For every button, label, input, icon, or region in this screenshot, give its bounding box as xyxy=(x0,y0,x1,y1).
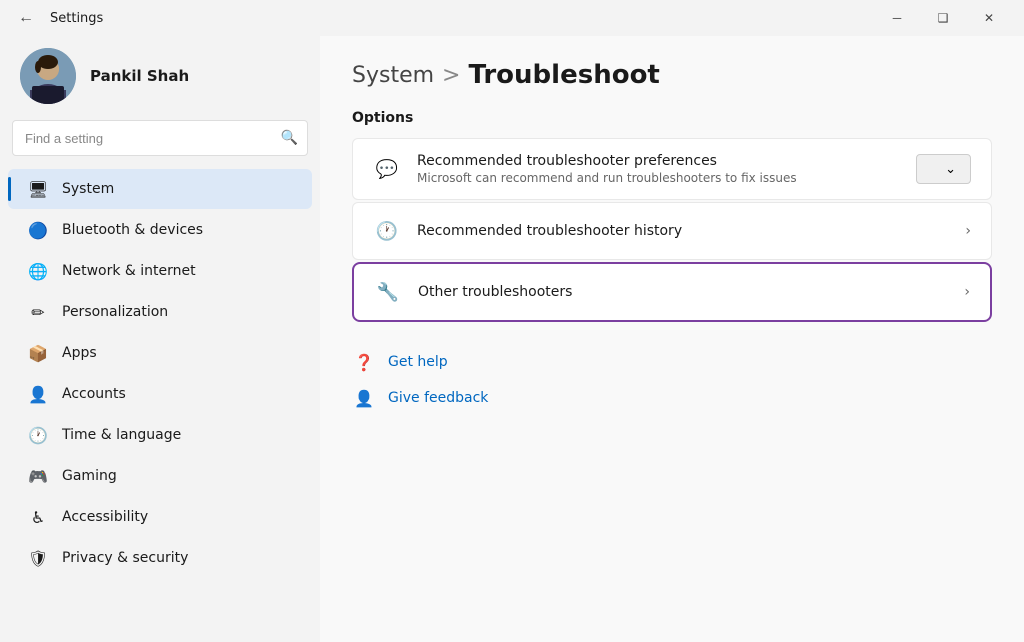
titlebar: ← Settings ─ ❑ ✕ xyxy=(0,0,1024,36)
nav-item-wrap-accessibility: ♿ Accessibility xyxy=(0,497,320,537)
avatar xyxy=(20,48,76,104)
sidebar-item-privacy[interactable]: 🛡 Privacy & security xyxy=(8,538,312,578)
option-title-recommended-history: Recommended troubleshooter history xyxy=(417,223,682,239)
app-title: Settings xyxy=(50,11,103,26)
breadcrumb-parent[interactable]: System xyxy=(352,63,434,88)
search-icon: 🔍 xyxy=(281,130,298,146)
section-title: Options xyxy=(352,110,992,126)
sidebar-item-label-system: System xyxy=(62,181,114,197)
nav-list: 🖥 System 🔵 Bluetooth & devices 🌐 Network & in… xyxy=(0,168,320,579)
options-list: 💬 Recommended troubleshooter preferences M… xyxy=(352,138,992,322)
action-link-give-feedback[interactable]: 👤 Give feedback xyxy=(352,386,992,410)
sidebar-item-label-network: Network & internet xyxy=(62,263,196,279)
chevron-right-icon-other-troubleshooters: › xyxy=(964,284,970,300)
sidebar-item-time[interactable]: 🕐 Time & language xyxy=(8,415,312,455)
sidebar-item-accounts[interactable]: 👤 Accounts xyxy=(8,374,312,414)
action-link-label-get-help: Get help xyxy=(388,354,448,370)
user-profile[interactable]: Pankil Shah xyxy=(0,36,320,120)
sidebar-item-label-time: Time & language xyxy=(62,427,181,443)
breadcrumb-current: Troubleshoot xyxy=(468,60,659,90)
search-container: 🔍 xyxy=(12,120,308,156)
accessibility-icon: ♿ xyxy=(28,507,48,527)
option-card-left: 🕐 Recommended troubleshooter history xyxy=(373,217,682,245)
window-controls: ─ ❑ ✕ xyxy=(874,0,1012,36)
titlebar-left: ← Settings xyxy=(12,5,103,31)
main-layout: Pankil Shah 🔍 🖥 System 🔵 Bluetooth & device… xyxy=(0,36,1024,642)
option-card-recommended-history[interactable]: 🕐 Recommended troubleshooter history › xyxy=(352,202,992,260)
option-text-wrap: Recommended troubleshooter history xyxy=(417,223,682,239)
gaming-icon: 🎮 xyxy=(28,466,48,486)
sidebar-item-accessibility[interactable]: ♿ Accessibility xyxy=(8,497,312,537)
apps-icon: 📦 xyxy=(28,343,48,363)
sidebar-item-label-personalization: Personalization xyxy=(62,304,168,320)
sidebar-item-system[interactable]: 🖥 System xyxy=(8,169,312,209)
nav-item-wrap-accounts: 👤 Accounts xyxy=(0,374,320,414)
nav-item-wrap-time: 🕐 Time & language xyxy=(0,415,320,455)
option-title-other-troubleshooters: Other troubleshooters xyxy=(418,284,572,300)
sidebar-item-label-gaming: Gaming xyxy=(62,468,117,484)
nav-item-wrap-apps: 📦 Apps xyxy=(0,333,320,373)
content-area: System > Troubleshoot Options 💬 Recommend… xyxy=(320,36,1024,642)
breadcrumb-separator: > xyxy=(442,63,460,88)
action-link-icon-get-help: ❓ xyxy=(352,350,376,374)
action-link-label-give-feedback: Give feedback xyxy=(388,390,488,406)
minimize-button[interactable]: ─ xyxy=(874,0,920,36)
maximize-button[interactable]: ❑ xyxy=(920,0,966,36)
option-card-left: 💬 Recommended troubleshooter preferences M… xyxy=(373,153,797,185)
nav-item-wrap-gaming: 🎮 Gaming xyxy=(0,456,320,496)
privacy-icon: 🛡 xyxy=(28,548,48,568)
back-button[interactable]: ← xyxy=(12,5,40,31)
sidebar-item-network[interactable]: 🌐 Network & internet xyxy=(8,251,312,291)
sidebar-item-apps[interactable]: 📦 Apps xyxy=(8,333,312,373)
system-icon: 🖥 xyxy=(28,179,48,199)
sidebar-item-label-accounts: Accounts xyxy=(62,386,126,402)
time-icon: 🕐 xyxy=(28,425,48,445)
action-link-icon-give-feedback: 👤 xyxy=(352,386,376,410)
active-indicator xyxy=(8,177,11,201)
close-button[interactable]: ✕ xyxy=(966,0,1012,36)
option-icon-other-troubleshooters: 🔧 xyxy=(374,278,402,306)
sidebar-item-label-apps: Apps xyxy=(62,345,97,361)
nav-item-wrap-network: 🌐 Network & internet xyxy=(0,251,320,291)
option-right: ⌄ xyxy=(916,154,971,184)
action-link-get-help[interactable]: ❓ Get help xyxy=(352,350,992,374)
nav-item-wrap-privacy: 🛡 Privacy & security xyxy=(0,538,320,578)
chevron-right-icon-recommended-history: › xyxy=(965,223,971,239)
nav-item-wrap-personalization: ✏ Personalization xyxy=(0,292,320,332)
bluetooth-icon: 🔵 xyxy=(28,220,48,240)
sidebar-item-bluetooth[interactable]: 🔵 Bluetooth & devices xyxy=(8,210,312,250)
search-input[interactable] xyxy=(12,120,308,156)
sidebar-item-label-bluetooth: Bluetooth & devices xyxy=(62,222,203,238)
option-icon-recommended-prefs: 💬 xyxy=(373,155,401,183)
sidebar-item-personalization[interactable]: ✏ Personalization xyxy=(8,292,312,332)
sidebar-item-label-privacy: Privacy & security xyxy=(62,550,188,566)
option-card-recommended-prefs[interactable]: 💬 Recommended troubleshooter preferences M… xyxy=(352,138,992,200)
option-icon-recommended-history: 🕐 xyxy=(373,217,401,245)
option-right: › xyxy=(965,223,971,239)
accounts-icon: 👤 xyxy=(28,384,48,404)
action-links: ❓ Get help 👤 Give feedback xyxy=(352,350,992,410)
user-name: Pankil Shah xyxy=(90,67,189,85)
dropdown-button-recommended-prefs[interactable]: ⌄ xyxy=(916,154,971,184)
nav-item-wrap-system: 🖥 System xyxy=(0,169,320,209)
personalization-icon: ✏ xyxy=(28,302,48,322)
sidebar-item-label-accessibility: Accessibility xyxy=(62,509,148,525)
option-text-wrap: Other troubleshooters xyxy=(418,284,572,300)
option-subtitle-recommended-prefs: Microsoft can recommend and run troubles… xyxy=(417,171,797,185)
option-title-recommended-prefs: Recommended troubleshooter preferences xyxy=(417,153,797,169)
option-card-other-troubleshooters[interactable]: 🔧 Other troubleshooters › xyxy=(352,262,992,322)
breadcrumb: System > Troubleshoot xyxy=(352,60,992,90)
network-icon: 🌐 xyxy=(28,261,48,281)
option-card-left: 🔧 Other troubleshooters xyxy=(374,278,572,306)
sidebar-item-gaming[interactable]: 🎮 Gaming xyxy=(8,456,312,496)
sidebar: Pankil Shah 🔍 🖥 System 🔵 Bluetooth & device… xyxy=(0,36,320,642)
nav-item-wrap-bluetooth: 🔵 Bluetooth & devices xyxy=(0,210,320,250)
option-right: › xyxy=(964,284,970,300)
option-text-wrap: Recommended troubleshooter preferences Mi… xyxy=(417,153,797,185)
